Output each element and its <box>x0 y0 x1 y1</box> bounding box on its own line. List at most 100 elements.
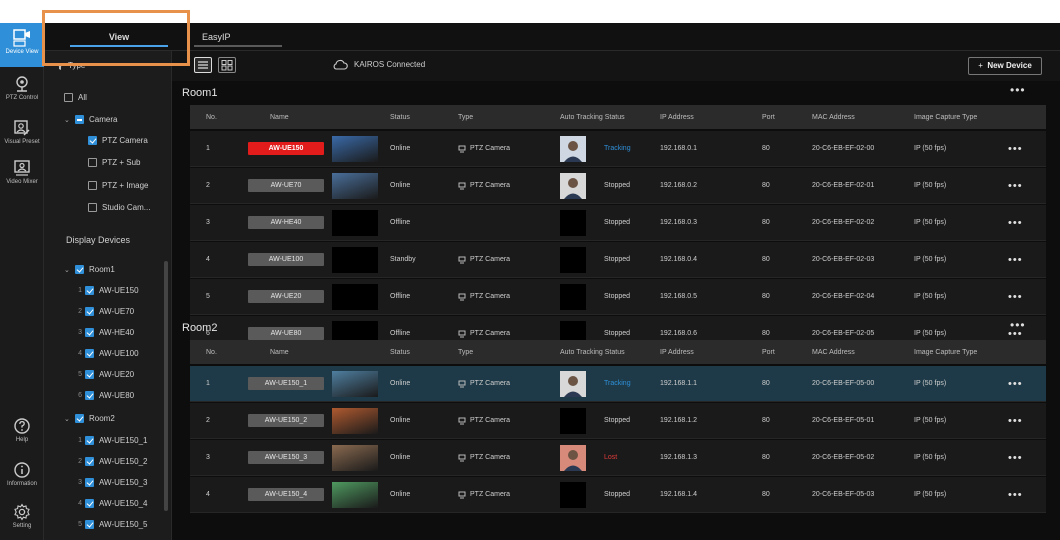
column-header[interactable]: No. <box>206 340 217 364</box>
device-name[interactable]: AW-UE150_3 <box>248 451 324 464</box>
row-more-button[interactable]: ••• <box>1008 242 1023 277</box>
name-cell[interactable]: AW-HE40 <box>248 205 324 240</box>
table-row[interactable]: 5 AW-UE20 Offline PTZ Camera Stopped 192.168.… <box>190 279 1046 315</box>
chevron-down-icon[interactable]: ⌄ <box>64 116 72 124</box>
filter-ptz-sub[interactable]: PTZ + Sub <box>88 158 140 167</box>
row-more-button[interactable]: ••• <box>1008 440 1023 475</box>
camera-preview[interactable] <box>332 246 378 273</box>
row-more-button[interactable]: ••• <box>1008 403 1023 438</box>
device-name[interactable]: AW-UE150 <box>248 142 324 155</box>
display-device-item[interactable]: 6 AW-UE80 <box>72 391 134 400</box>
checkbox[interactable] <box>85 499 94 508</box>
device-name[interactable]: AW-UE20 <box>248 290 324 303</box>
table-row[interactable]: 4 AW-UE100 Standby PTZ Camera Stopped 192.168… <box>190 242 1046 278</box>
row-more-button[interactable]: ••• <box>1008 477 1023 512</box>
checkbox[interactable] <box>85 457 94 466</box>
column-header[interactable]: Status <box>390 340 410 364</box>
tab-easyip[interactable]: EasyIP <box>188 23 288 51</box>
camera-preview[interactable] <box>332 481 378 508</box>
display-device-item[interactable]: 1 AW-UE150_1 <box>72 436 147 445</box>
display-device-item[interactable]: 3 AW-UE150_3 <box>72 478 147 487</box>
row-more-button[interactable]: ••• <box>1008 366 1023 401</box>
camera-preview[interactable] <box>332 172 378 199</box>
display-device-item[interactable]: 2 AW-UE70 <box>72 307 134 316</box>
name-cell[interactable]: AW-UE20 <box>248 279 324 314</box>
camera-preview[interactable] <box>332 209 378 236</box>
name-cell[interactable]: AW-UE150_4 <box>248 477 324 512</box>
display-device-item[interactable]: 3 AW-HE40 <box>72 328 134 337</box>
device-name[interactable]: AW-UE150_1 <box>248 377 324 390</box>
camera-preview[interactable] <box>332 407 378 434</box>
checkbox[interactable] <box>88 203 97 212</box>
sidebar-scrollbar[interactable] <box>164 261 168 511</box>
new-device-button[interactable]: + New Device <box>968 57 1042 75</box>
grid-view-button[interactable] <box>218 57 236 73</box>
column-header[interactable]: MAC Address <box>812 340 855 364</box>
checkbox[interactable] <box>88 181 97 190</box>
checkbox[interactable] <box>75 265 84 274</box>
rail-help[interactable]: Help <box>0 417 44 451</box>
checkbox[interactable] <box>85 286 94 295</box>
checkbox[interactable] <box>85 391 94 400</box>
column-header[interactable]: Type <box>458 340 473 364</box>
display-device-item[interactable]: 1 AW-UE150 <box>72 286 139 295</box>
table-row[interactable]: 1 AW-UE150_1 Online PTZ Camera Tracking 192.1… <box>190 366 1046 402</box>
tab-view[interactable]: View <box>64 23 174 51</box>
row-more-button[interactable]: ••• <box>1008 168 1023 203</box>
column-header[interactable]: Image Capture Type <box>914 340 977 364</box>
column-header[interactable]: MAC Address <box>812 105 855 129</box>
list-view-button[interactable] <box>194 57 212 73</box>
checkbox[interactable] <box>64 93 73 102</box>
camera-preview[interactable] <box>332 283 378 310</box>
rail-setting[interactable]: Setting <box>0 503 44 539</box>
column-header[interactable]: Name <box>270 340 289 364</box>
room-more-button[interactable]: ••• <box>1010 318 1026 332</box>
display-device-item[interactable]: 5 AW-UE20 <box>72 370 134 379</box>
filter-studio-cam[interactable]: Studio Cam... <box>88 203 150 212</box>
filter-ptz-camera[interactable]: PTZ Camera <box>88 136 148 145</box>
checkbox[interactable] <box>85 478 94 487</box>
checkbox[interactable] <box>85 436 94 445</box>
chevron-down-icon[interactable]: ⌄ <box>64 266 72 274</box>
table-row[interactable]: 4 AW-UE150_4 Online PTZ Camera Stopped 192.16… <box>190 477 1046 513</box>
column-header[interactable]: IP Address <box>660 105 694 129</box>
column-header[interactable]: Auto Tracking Status <box>560 105 625 129</box>
checkbox[interactable] <box>85 370 94 379</box>
display-room1[interactable]: ⌄ Room1 <box>64 265 115 274</box>
table-row[interactable]: 2 AW-UE70 Online PTZ Camera Stopped 192.168.0… <box>190 168 1046 204</box>
table-row[interactable]: 3 AW-UE150_3 Online PTZ Camera Lost 192.168.1… <box>190 440 1046 476</box>
chevron-down-icon[interactable]: ⌄ <box>64 415 72 423</box>
display-device-item[interactable]: 4 AW-UE150_4 <box>72 499 147 508</box>
rail-device-view[interactable]: Device View <box>0 23 44 67</box>
column-header[interactable]: Port <box>762 105 775 129</box>
column-header[interactable]: Name <box>270 105 289 129</box>
table-row[interactable]: 2 AW-UE150_2 Online PTZ Camera Stopped 192.16… <box>190 403 1046 439</box>
display-device-item[interactable]: 2 AW-UE150_2 <box>72 457 147 466</box>
column-header[interactable]: Image Capture Type <box>914 105 977 129</box>
rail-information[interactable]: Information <box>0 461 44 495</box>
rail-video-mixer[interactable]: Video Mixer <box>0 159 44 195</box>
checkbox[interactable] <box>75 115 84 124</box>
name-cell[interactable]: AW-UE150_3 <box>248 440 324 475</box>
checkbox[interactable] <box>85 328 94 337</box>
camera-preview[interactable] <box>332 444 378 471</box>
camera-preview[interactable] <box>332 370 378 397</box>
checkbox[interactable] <box>85 349 94 358</box>
name-cell[interactable]: AW-UE150 <box>248 131 324 166</box>
device-name[interactable]: AW-HE40 <box>248 216 324 229</box>
column-header[interactable]: Auto Tracking Status <box>560 340 625 364</box>
filter-camera[interactable]: ⌄ Camera <box>64 115 117 124</box>
checkbox[interactable] <box>85 520 94 529</box>
row-more-button[interactable]: ••• <box>1008 205 1023 240</box>
device-name[interactable]: AW-UE150_2 <box>248 414 324 427</box>
device-name[interactable]: AW-UE80 <box>248 327 324 340</box>
device-name[interactable]: AW-UE150_4 <box>248 488 324 501</box>
device-name[interactable]: AW-UE70 <box>248 179 324 192</box>
column-header[interactable]: IP Address <box>660 340 694 364</box>
name-cell[interactable]: AW-UE70 <box>248 168 324 203</box>
device-name[interactable]: AW-UE100 <box>248 253 324 266</box>
row-more-button[interactable]: ••• <box>1008 131 1023 166</box>
rail-ptz-control[interactable]: PTZ Control <box>0 75 44 111</box>
checkbox[interactable] <box>85 307 94 316</box>
column-header[interactable]: No. <box>206 105 217 129</box>
